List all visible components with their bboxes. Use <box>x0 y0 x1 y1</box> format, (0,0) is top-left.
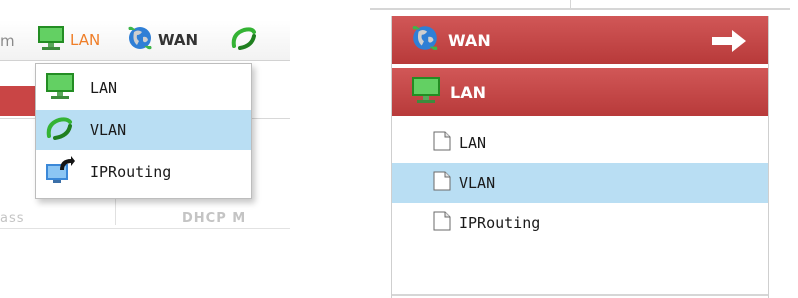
menu-lan-label: LAN <box>70 31 101 49</box>
menu-cut-text: m <box>0 32 15 50</box>
tree-item-label: LAN <box>459 134 487 152</box>
table-column-header: ass <box>0 211 25 226</box>
background-header-bar <box>0 86 40 116</box>
tree-item-label: VLAN <box>459 174 496 192</box>
monitor-icon <box>36 25 66 55</box>
document-icon <box>433 131 451 155</box>
divider <box>0 228 290 229</box>
top-menubar: m LAN WAN <box>0 20 290 61</box>
dropdown-item-label: VLAN <box>90 121 127 139</box>
panel-header-label: WAN <box>448 30 491 50</box>
document-icon <box>433 171 451 195</box>
dropdown-item-label: LAN <box>90 79 118 97</box>
menu-vlan[interactable] <box>230 24 258 56</box>
menu-lan[interactable]: LAN <box>36 24 100 56</box>
tree-item-label: IPRouting <box>459 214 541 232</box>
divider <box>570 0 571 8</box>
tree-item-iprouting[interactable]: IPRouting <box>392 203 768 243</box>
lan-dropdown-menu: LAN VLAN IPRouting <box>35 63 252 199</box>
document-icon <box>433 211 451 235</box>
dropdown-item-label: IPRouting <box>90 163 172 181</box>
table-column-header: DHCP M <box>182 211 247 226</box>
routing-icon <box>44 156 76 188</box>
divider <box>392 294 768 296</box>
panel-header-lan[interactable]: LAN <box>392 68 768 116</box>
globe-icon <box>126 24 154 56</box>
vlan-swirl-icon <box>230 24 258 56</box>
arrow-right-icon[interactable] <box>710 28 748 58</box>
dropdown-item-iprouting[interactable]: IPRouting <box>36 152 251 192</box>
menu-wan[interactable]: WAN <box>126 24 198 56</box>
vlan-swirl-icon <box>44 114 76 146</box>
menu-wan-label: WAN <box>158 31 199 49</box>
globe-icon <box>410 23 440 57</box>
monitor-icon <box>410 76 442 108</box>
side-panel: WAN LAN LAN VLAN IPRouting <box>391 16 769 298</box>
tree-item-vlan[interactable]: VLAN <box>392 163 768 203</box>
divider <box>370 8 790 10</box>
dropdown-item-lan[interactable]: LAN <box>36 68 251 108</box>
dropdown-item-vlan[interactable]: VLAN <box>36 110 251 150</box>
monitor-icon <box>44 72 76 104</box>
top-menu-area: m LAN WAN ass DHCP M LAN VLAN IPRouting <box>0 0 290 298</box>
panel-header-wan[interactable]: WAN <box>392 16 768 64</box>
side-navigation-area: WAN LAN LAN VLAN IPRouting <box>370 0 798 298</box>
tree-item-lan[interactable]: LAN <box>392 123 768 163</box>
panel-header-label: LAN <box>450 82 486 102</box>
